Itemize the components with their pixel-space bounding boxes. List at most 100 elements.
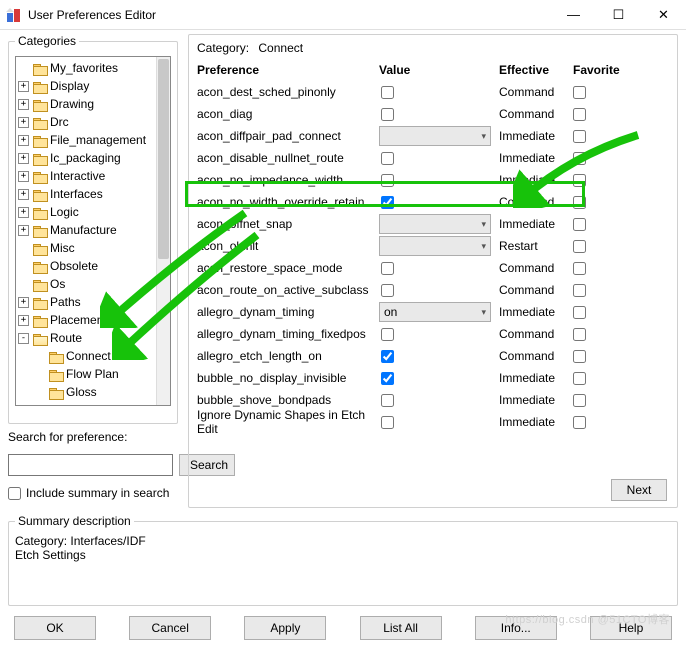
- value-checkbox[interactable]: [381, 152, 394, 165]
- value-checkbox[interactable]: [381, 86, 394, 99]
- expand-icon[interactable]: +: [18, 135, 29, 146]
- value-checkbox[interactable]: [381, 416, 394, 429]
- pref-value[interactable]: on▾: [379, 301, 499, 323]
- include-summary-checkbox[interactable]: Include summary in search: [8, 486, 178, 500]
- tree-node[interactable]: Connect: [18, 347, 156, 365]
- close-button[interactable]: ✕: [641, 0, 686, 29]
- tree-node[interactable]: Flow Plan: [18, 365, 156, 383]
- pref-favorite[interactable]: [573, 169, 627, 191]
- value-checkbox[interactable]: [381, 196, 394, 209]
- tree-node[interactable]: +Manufacture: [18, 221, 156, 239]
- pref-favorite[interactable]: [573, 389, 627, 411]
- pref-favorite[interactable]: [573, 257, 627, 279]
- pref-favorite[interactable]: [573, 367, 627, 389]
- expand-icon[interactable]: +: [18, 153, 29, 164]
- value-checkbox[interactable]: [381, 284, 394, 297]
- value-checkbox[interactable]: [381, 262, 394, 275]
- tree-node[interactable]: -Route: [18, 329, 156, 347]
- favorite-checkbox[interactable]: [573, 372, 586, 385]
- value-checkbox[interactable]: [381, 350, 394, 363]
- favorite-checkbox[interactable]: [573, 350, 586, 363]
- expand-icon[interactable]: +: [18, 225, 29, 236]
- favorite-checkbox[interactable]: [573, 174, 586, 187]
- pref-value[interactable]: ▾: [379, 125, 499, 147]
- expand-icon[interactable]: +: [18, 99, 29, 110]
- tree-node[interactable]: Obsolete: [18, 257, 156, 275]
- pref-favorite[interactable]: [573, 213, 627, 235]
- tree-node[interactable]: Gloss: [18, 383, 156, 401]
- expand-icon[interactable]: +: [18, 405, 29, 406]
- expand-icon[interactable]: +: [18, 297, 29, 308]
- pref-value[interactable]: ▾: [379, 213, 499, 235]
- value-checkbox[interactable]: [381, 328, 394, 341]
- pref-value[interactable]: [379, 279, 499, 301]
- pref-favorite[interactable]: [573, 301, 627, 323]
- collapse-icon[interactable]: -: [18, 333, 29, 344]
- next-button[interactable]: Next: [611, 479, 667, 501]
- favorite-checkbox[interactable]: [573, 108, 586, 121]
- expand-icon[interactable]: +: [18, 117, 29, 128]
- pref-value[interactable]: [379, 345, 499, 367]
- pref-value[interactable]: ▾: [379, 235, 499, 257]
- tree-node[interactable]: +Placement: [18, 311, 156, 329]
- pref-favorite[interactable]: [573, 411, 627, 433]
- value-combo[interactable]: ▾: [379, 236, 491, 256]
- value-checkbox[interactable]: [381, 394, 394, 407]
- tree-node[interactable]: +Shapes: [18, 401, 156, 405]
- tree-node[interactable]: +Ic_packaging: [18, 149, 156, 167]
- pref-favorite[interactable]: [573, 81, 627, 103]
- tree-node[interactable]: +Interfaces: [18, 185, 156, 203]
- pref-favorite[interactable]: [573, 191, 627, 213]
- pref-favorite[interactable]: [573, 235, 627, 257]
- pref-value[interactable]: [379, 323, 499, 345]
- tree-scrollbar[interactable]: [156, 57, 170, 405]
- pref-favorite[interactable]: [573, 345, 627, 367]
- favorite-checkbox[interactable]: [573, 86, 586, 99]
- info-button[interactable]: Info...: [475, 616, 557, 640]
- pref-value[interactable]: [379, 191, 499, 213]
- expand-icon[interactable]: +: [18, 81, 29, 92]
- categories-tree[interactable]: My_favorites+Display+Drawing+Drc+File_ma…: [16, 57, 156, 405]
- tree-node[interactable]: My_favorites: [18, 59, 156, 77]
- pref-value[interactable]: [379, 147, 499, 169]
- tree-node[interactable]: Misc: [18, 239, 156, 257]
- pref-favorite[interactable]: [573, 279, 627, 301]
- value-checkbox[interactable]: [381, 372, 394, 385]
- maximize-button[interactable]: ☐: [596, 0, 641, 29]
- favorite-checkbox[interactable]: [573, 284, 586, 297]
- ok-button[interactable]: OK: [14, 616, 96, 640]
- favorite-checkbox[interactable]: [573, 152, 586, 165]
- favorite-checkbox[interactable]: [573, 306, 586, 319]
- favorite-checkbox[interactable]: [573, 328, 586, 341]
- tree-node[interactable]: +Drawing: [18, 95, 156, 113]
- favorite-checkbox[interactable]: [573, 416, 586, 429]
- expand-icon[interactable]: +: [18, 315, 29, 326]
- pref-favorite[interactable]: [573, 147, 627, 169]
- minimize-button[interactable]: —: [551, 0, 596, 29]
- tree-node[interactable]: +File_management: [18, 131, 156, 149]
- pref-value[interactable]: [379, 169, 499, 191]
- favorite-checkbox[interactable]: [573, 394, 586, 407]
- search-input[interactable]: [8, 454, 173, 476]
- expand-icon[interactable]: +: [18, 171, 29, 182]
- pref-value[interactable]: [379, 81, 499, 103]
- pref-value[interactable]: [379, 257, 499, 279]
- tree-node[interactable]: Os: [18, 275, 156, 293]
- tree-node[interactable]: +Drc: [18, 113, 156, 131]
- pref-favorite[interactable]: [573, 323, 627, 345]
- listall-button[interactable]: List All: [360, 616, 442, 640]
- favorite-checkbox[interactable]: [573, 240, 586, 253]
- tree-node[interactable]: +Logic: [18, 203, 156, 221]
- favorite-checkbox[interactable]: [573, 196, 586, 209]
- pref-value[interactable]: [379, 367, 499, 389]
- help-button[interactable]: Help: [590, 616, 672, 640]
- pref-value[interactable]: [379, 411, 499, 433]
- value-combo[interactable]: ▾: [379, 126, 491, 146]
- expand-icon[interactable]: +: [18, 189, 29, 200]
- favorite-checkbox[interactable]: [573, 262, 586, 275]
- pref-value[interactable]: [379, 389, 499, 411]
- expand-icon[interactable]: +: [18, 207, 29, 218]
- pref-value[interactable]: [379, 103, 499, 125]
- cancel-button[interactable]: Cancel: [129, 616, 211, 640]
- pref-favorite[interactable]: [573, 103, 627, 125]
